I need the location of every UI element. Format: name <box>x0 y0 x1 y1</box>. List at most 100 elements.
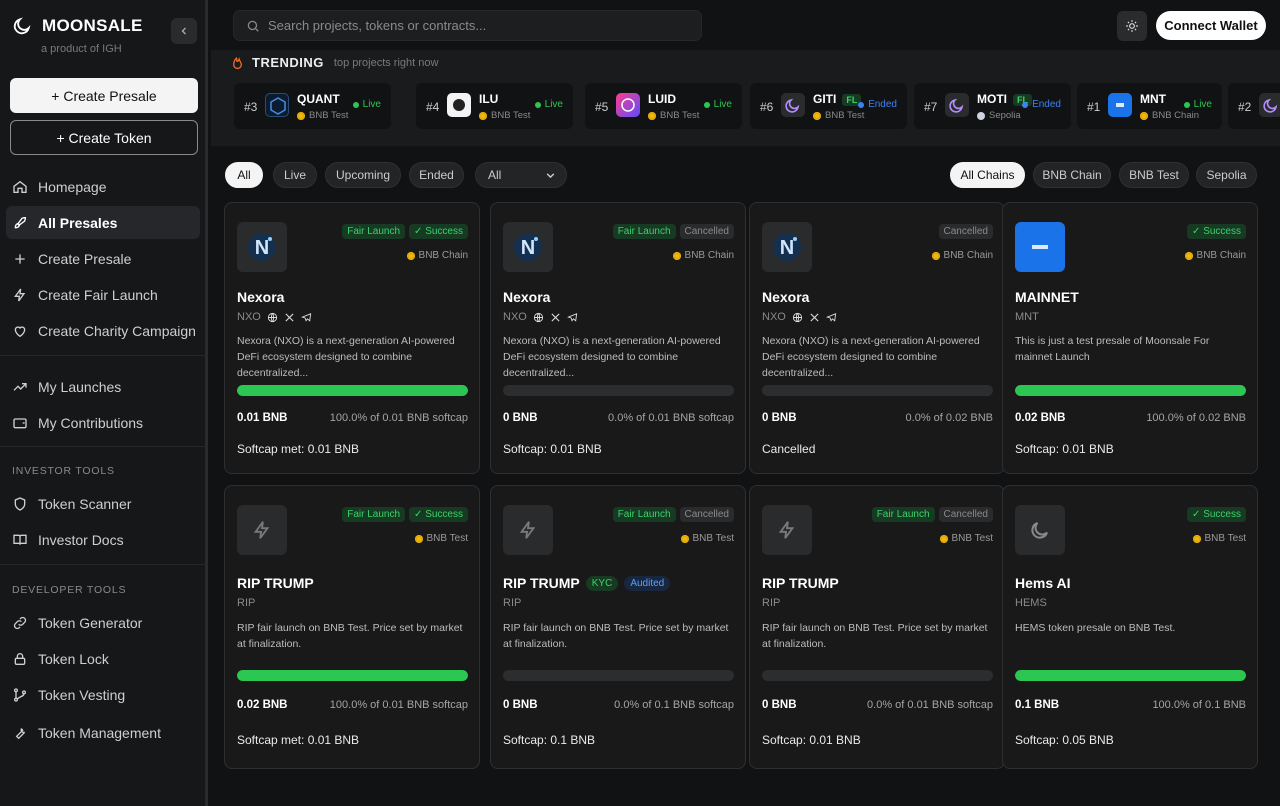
raised-amount: 0.02 BNB <box>237 699 288 711</box>
globe-icon[interactable] <box>267 312 278 323</box>
trending-item[interactable]: #5 LUID BNB Test Live <box>585 83 742 129</box>
nav-create-presale[interactable]: Create Presale <box>6 242 200 275</box>
nav-token-lock[interactable]: Token Lock <box>6 642 200 675</box>
trend-icon <box>13 382 27 391</box>
x-twitter-icon[interactable] <box>550 312 561 323</box>
nav-all-presales[interactable]: All Presales <box>6 206 200 239</box>
softcap-status: Softcap: 0.05 BNB <box>1015 733 1114 747</box>
name-label: MOTI <box>977 92 1007 106</box>
badge-group: Fair Launch Cancelled <box>612 224 734 239</box>
presale-card[interactable]: ✓ Success BNB Test Hems AI HEMS HEMS tok… <box>1002 485 1258 769</box>
heart-icon <box>14 325 26 337</box>
divider <box>0 564 208 565</box>
chain-filter-all[interactable]: All Chains <box>950 162 1025 188</box>
connect-wallet-button[interactable]: Connect Wallet <box>1156 11 1266 40</box>
filter-ended[interactable]: Ended <box>409 162 464 188</box>
presale-card[interactable]: Fair Launch Cancelled BNB Test RIP TRUMP … <box>749 485 1005 769</box>
project-name-label: MAINNET <box>1015 289 1079 305</box>
presale-card[interactable]: N Fair Launch ✓ Success BNB Chain Nexora … <box>224 202 480 474</box>
shield-icon <box>14 496 26 511</box>
project-name: Hems AI <box>1015 575 1071 591</box>
brand-subtitle: a product of IGH <box>41 43 122 55</box>
nav-create-charity-campaign[interactable]: Create Charity Campaign <box>6 314 200 347</box>
ilu-logo-icon <box>447 93 471 117</box>
telegram-icon[interactable] <box>825 312 837 323</box>
nav-token-management[interactable]: Token Management <box>6 716 200 749</box>
trending-subtitle: top projects right now <box>333 56 439 69</box>
telegram-icon[interactable] <box>300 312 312 323</box>
chain-filter-bnb-test[interactable]: BNB Test <box>1119 162 1189 188</box>
status-dot <box>1183 101 1190 108</box>
nav-my-contributions[interactable]: My Contributions <box>6 406 200 439</box>
mainnet-logo-icon <box>1108 93 1132 117</box>
search-box[interactable] <box>233 10 702 41</box>
filter-all[interactable]: All <box>225 162 263 188</box>
brand[interactable]: MOONSALE <box>12 16 143 36</box>
trending-rank: #2 <box>1238 100 1252 114</box>
search-input[interactable] <box>268 18 668 33</box>
chain-name: BNB Chain <box>943 250 993 261</box>
x-twitter-icon[interactable] <box>284 312 295 323</box>
quant-logo-icon <box>265 93 289 117</box>
chain-filter-bnb-chain[interactable]: BNB Chain <box>1033 162 1111 188</box>
telegram-icon[interactable] <box>566 312 578 323</box>
nav-token-generator[interactable]: Token Generator <box>6 606 200 639</box>
presale-card[interactable]: N Cancelled BNB Chain Nexora NXO Nexora … <box>749 202 1005 474</box>
bnb-coin-icon <box>672 251 681 260</box>
softcap-status: Softcap: 0.1 BNB <box>503 733 596 747</box>
trending-item[interactable]: #3 QUANT BNB Test Live <box>234 83 391 129</box>
nav-label: My Contributions <box>38 414 144 431</box>
globe-icon[interactable] <box>792 312 803 323</box>
globe-icon[interactable] <box>533 312 544 323</box>
nav-homepage[interactable]: Homepage <box>6 170 200 203</box>
nexora-logo-icon: N <box>248 233 276 261</box>
nav-my-launches[interactable]: My Launches <box>6 370 200 403</box>
trending-item[interactable]: #4 ILU BNB Test Live <box>416 83 573 129</box>
nav-token-vesting[interactable]: Token Vesting <box>6 678 200 711</box>
nav-token-scanner[interactable]: Token Scanner <box>6 487 200 520</box>
trending-item[interactable]: #2 <box>1228 83 1280 129</box>
bnb-coin-icon <box>414 534 423 543</box>
type-select[interactable]: All <box>475 162 567 188</box>
softcap-status: Cancelled <box>762 442 816 456</box>
trending-item[interactable]: #1 MNT BNB Chain Live <box>1077 83 1222 129</box>
chain-label: BNB Test <box>939 533 993 544</box>
trending-header: TRENDING top projects right now <box>231 55 438 70</box>
filter-upcoming[interactable]: Upcoming <box>325 162 401 188</box>
project-name: Nexora <box>503 289 550 305</box>
nav-create-fair-launch[interactable]: Create Fair Launch <box>6 278 200 311</box>
project-description: Nexora (NXO) is a next-generation AI-pow… <box>503 335 721 379</box>
theme-toggle-button[interactable] <box>1117 11 1147 41</box>
presale-card[interactable]: N Fair Launch Cancelled BNB Chain Nexora … <box>490 202 746 474</box>
investor-tools-heading: INVESTOR TOOLS <box>12 465 115 477</box>
progress-fill <box>1015 385 1246 396</box>
trending-item[interactable]: #6 GITI FL BNB Test Ended <box>750 83 907 129</box>
project-symbol: NXO <box>503 311 578 323</box>
presale-card[interactable]: ✓ Success BNB Chain MAINNET MNT This is … <box>1002 202 1258 474</box>
create-presale-button[interactable]: + Create Presale <box>10 78 198 113</box>
project-name: RIP TRUMP KYC Audited <box>503 575 671 591</box>
x-twitter-icon[interactable] <box>809 312 820 323</box>
status-badge: Fair Launch <box>342 224 406 239</box>
presale-card[interactable]: Fair Launch ✓ Success BNB Test RIP TRUMP … <box>224 485 480 769</box>
rocket-icon <box>14 216 27 228</box>
create-token-button[interactable]: + Create Token <box>10 120 198 155</box>
progress-fill <box>237 670 468 681</box>
lightning-icon <box>778 521 795 539</box>
project-name-label: RIP TRUMP <box>762 575 839 591</box>
status-label: Live <box>544 99 563 110</box>
presale-card[interactable]: Fair Launch Cancelled BNB Test RIP TRUMP K… <box>490 485 746 769</box>
progress-fill <box>1015 670 1246 681</box>
status-badge: Cancelled <box>679 507 734 522</box>
nav-investor-docs[interactable]: Investor Docs <box>6 523 200 556</box>
chain-label: BNB Test <box>1192 533 1246 544</box>
status-badge: Fair Launch <box>612 224 676 239</box>
filter-live[interactable]: Live <box>273 162 317 188</box>
trending-item[interactable]: #7 MOTI FL Sepolia Ended <box>914 83 1071 129</box>
trending-name: MNT <box>1140 92 1166 106</box>
collapse-sidebar-button[interactable] <box>171 18 197 44</box>
softcap-progress: 0.0% of 0.01 BNB softcap <box>867 699 993 711</box>
chain-filter-sepolia[interactable]: Sepolia <box>1196 162 1257 188</box>
softcap-progress: 0.0% of 0.1 BNB softcap <box>614 699 734 711</box>
nav-label: Token Scanner <box>38 495 132 512</box>
